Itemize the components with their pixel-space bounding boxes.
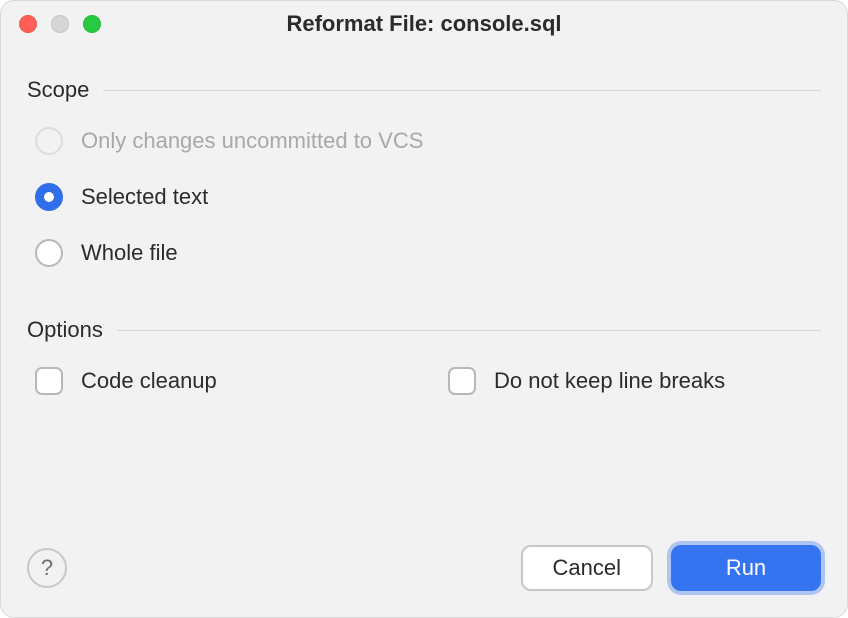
radio-icon <box>35 127 63 155</box>
titlebar: Reformat File: console.sql <box>1 1 847 47</box>
scope-header: Scope <box>27 77 821 103</box>
window-controls <box>19 15 101 33</box>
checkbox-label: Do not keep line breaks <box>494 368 725 394</box>
button-label: Cancel <box>553 555 621 581</box>
checkbox-label: Code cleanup <box>81 368 217 394</box>
button-label: Run <box>726 555 766 581</box>
radio-label: Only changes uncommitted to VCS <box>81 128 423 154</box>
radio-icon <box>35 239 63 267</box>
reformat-dialog: Reformat File: console.sql Scope Only ch… <box>0 0 848 618</box>
options-header: Options <box>27 317 821 343</box>
divider <box>103 90 821 91</box>
dialog-footer: ? Cancel Run <box>1 523 847 617</box>
dialog-content: Scope Only changes uncommitted to VCS Se… <box>1 47 847 523</box>
radio-label: Whole file <box>81 240 178 266</box>
help-button[interactable]: ? <box>27 548 67 588</box>
radio-selected-text[interactable]: Selected text <box>35 183 821 211</box>
checkbox-no-line-breaks[interactable]: Do not keep line breaks <box>448 367 821 395</box>
options-row: Code cleanup Do not keep line breaks <box>27 367 821 395</box>
minimize-window-icon <box>51 15 69 33</box>
checkbox-code-cleanup[interactable]: Code cleanup <box>35 367 408 395</box>
radio-label: Selected text <box>81 184 208 210</box>
cancel-button[interactable]: Cancel <box>521 545 653 591</box>
radio-whole-file[interactable]: Whole file <box>35 239 821 267</box>
dialog-title: Reformat File: console.sql <box>286 11 561 37</box>
scope-radio-group: Only changes uncommitted to VCS Selected… <box>27 127 821 267</box>
close-window-icon[interactable] <box>19 15 37 33</box>
checkbox-icon <box>35 367 63 395</box>
scope-label: Scope <box>27 77 89 103</box>
maximize-window-icon[interactable] <box>83 15 101 33</box>
radio-icon <box>35 183 63 211</box>
checkbox-icon <box>448 367 476 395</box>
run-button[interactable]: Run <box>671 545 821 591</box>
help-icon: ? <box>41 555 53 581</box>
radio-vcs-changes: Only changes uncommitted to VCS <box>35 127 821 155</box>
divider <box>117 330 821 331</box>
options-label: Options <box>27 317 103 343</box>
